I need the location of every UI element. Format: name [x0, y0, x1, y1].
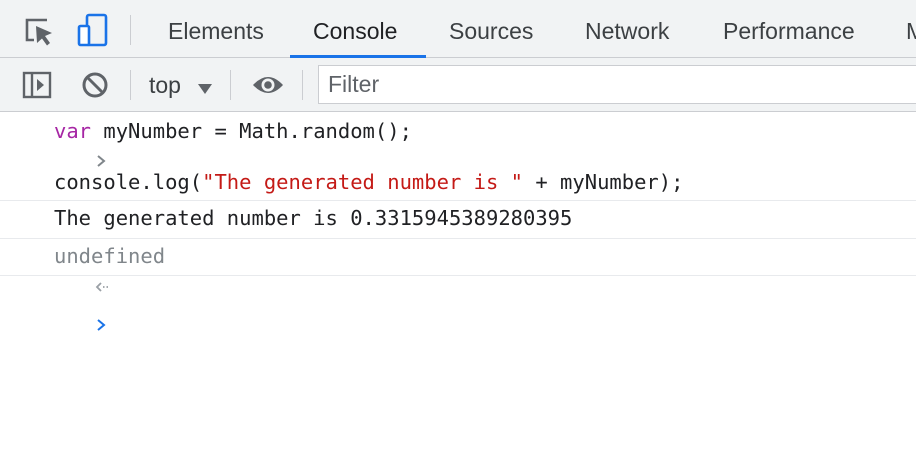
- context-label: top: [149, 72, 181, 98]
- console-result-entry: undefined: [0, 239, 916, 292]
- result-value: undefined: [54, 244, 166, 268]
- code-text: + myNumber);: [523, 170, 684, 194]
- show-sidebar-icon[interactable]: [22, 70, 52, 105]
- devtools-tabbar: Elements Console Sources Network Perform…: [0, 0, 916, 58]
- tabbar-separator: [130, 15, 131, 45]
- input-line-2: console.log("The generated number is " +…: [54, 170, 683, 194]
- input-line-1: var myNumber = Math.random();: [54, 119, 412, 143]
- tab-elements[interactable]: Elements: [168, 0, 264, 57]
- tab-performance[interactable]: Performance: [723, 0, 855, 57]
- console-toolbar: top: [0, 58, 916, 112]
- console-log-entry: The generated number is 0.33159453892803…: [0, 201, 916, 239]
- code-keyword: var: [54, 119, 92, 143]
- context-selector[interactable]: top: [149, 58, 213, 112]
- code-string: "The generated number is ": [202, 170, 524, 194]
- eye-icon[interactable]: [251, 73, 285, 102]
- tab-memory-truncated[interactable]: M: [906, 0, 916, 57]
- code-text: myNumber = Math.random();: [91, 119, 412, 143]
- toolbar-separator: [230, 70, 231, 100]
- tab-sources[interactable]: Sources: [449, 0, 533, 57]
- console-messages: var myNumber = Math.random(); console.lo…: [0, 112, 916, 331]
- prompt-chevron-icon: [20, 289, 108, 361]
- toolbar-separator: [130, 70, 131, 100]
- dropdown-arrow-icon: [197, 60, 213, 114]
- tab-network[interactable]: Network: [585, 0, 669, 57]
- clear-console-icon[interactable]: [81, 71, 109, 104]
- device-toolbar-icon[interactable]: [76, 13, 110, 54]
- toolbar-separator: [302, 70, 303, 100]
- tab-console[interactable]: Console: [313, 0, 397, 57]
- console-prompt[interactable]: [0, 276, 916, 331]
- filter-input[interactable]: [318, 65, 916, 104]
- code-text: console.log(: [54, 170, 203, 194]
- console-input-entry: var myNumber = Math.random(); console.lo…: [0, 112, 916, 201]
- log-output: The generated number is 0.33159453892803…: [54, 206, 573, 230]
- inspect-element-icon[interactable]: [23, 16, 55, 53]
